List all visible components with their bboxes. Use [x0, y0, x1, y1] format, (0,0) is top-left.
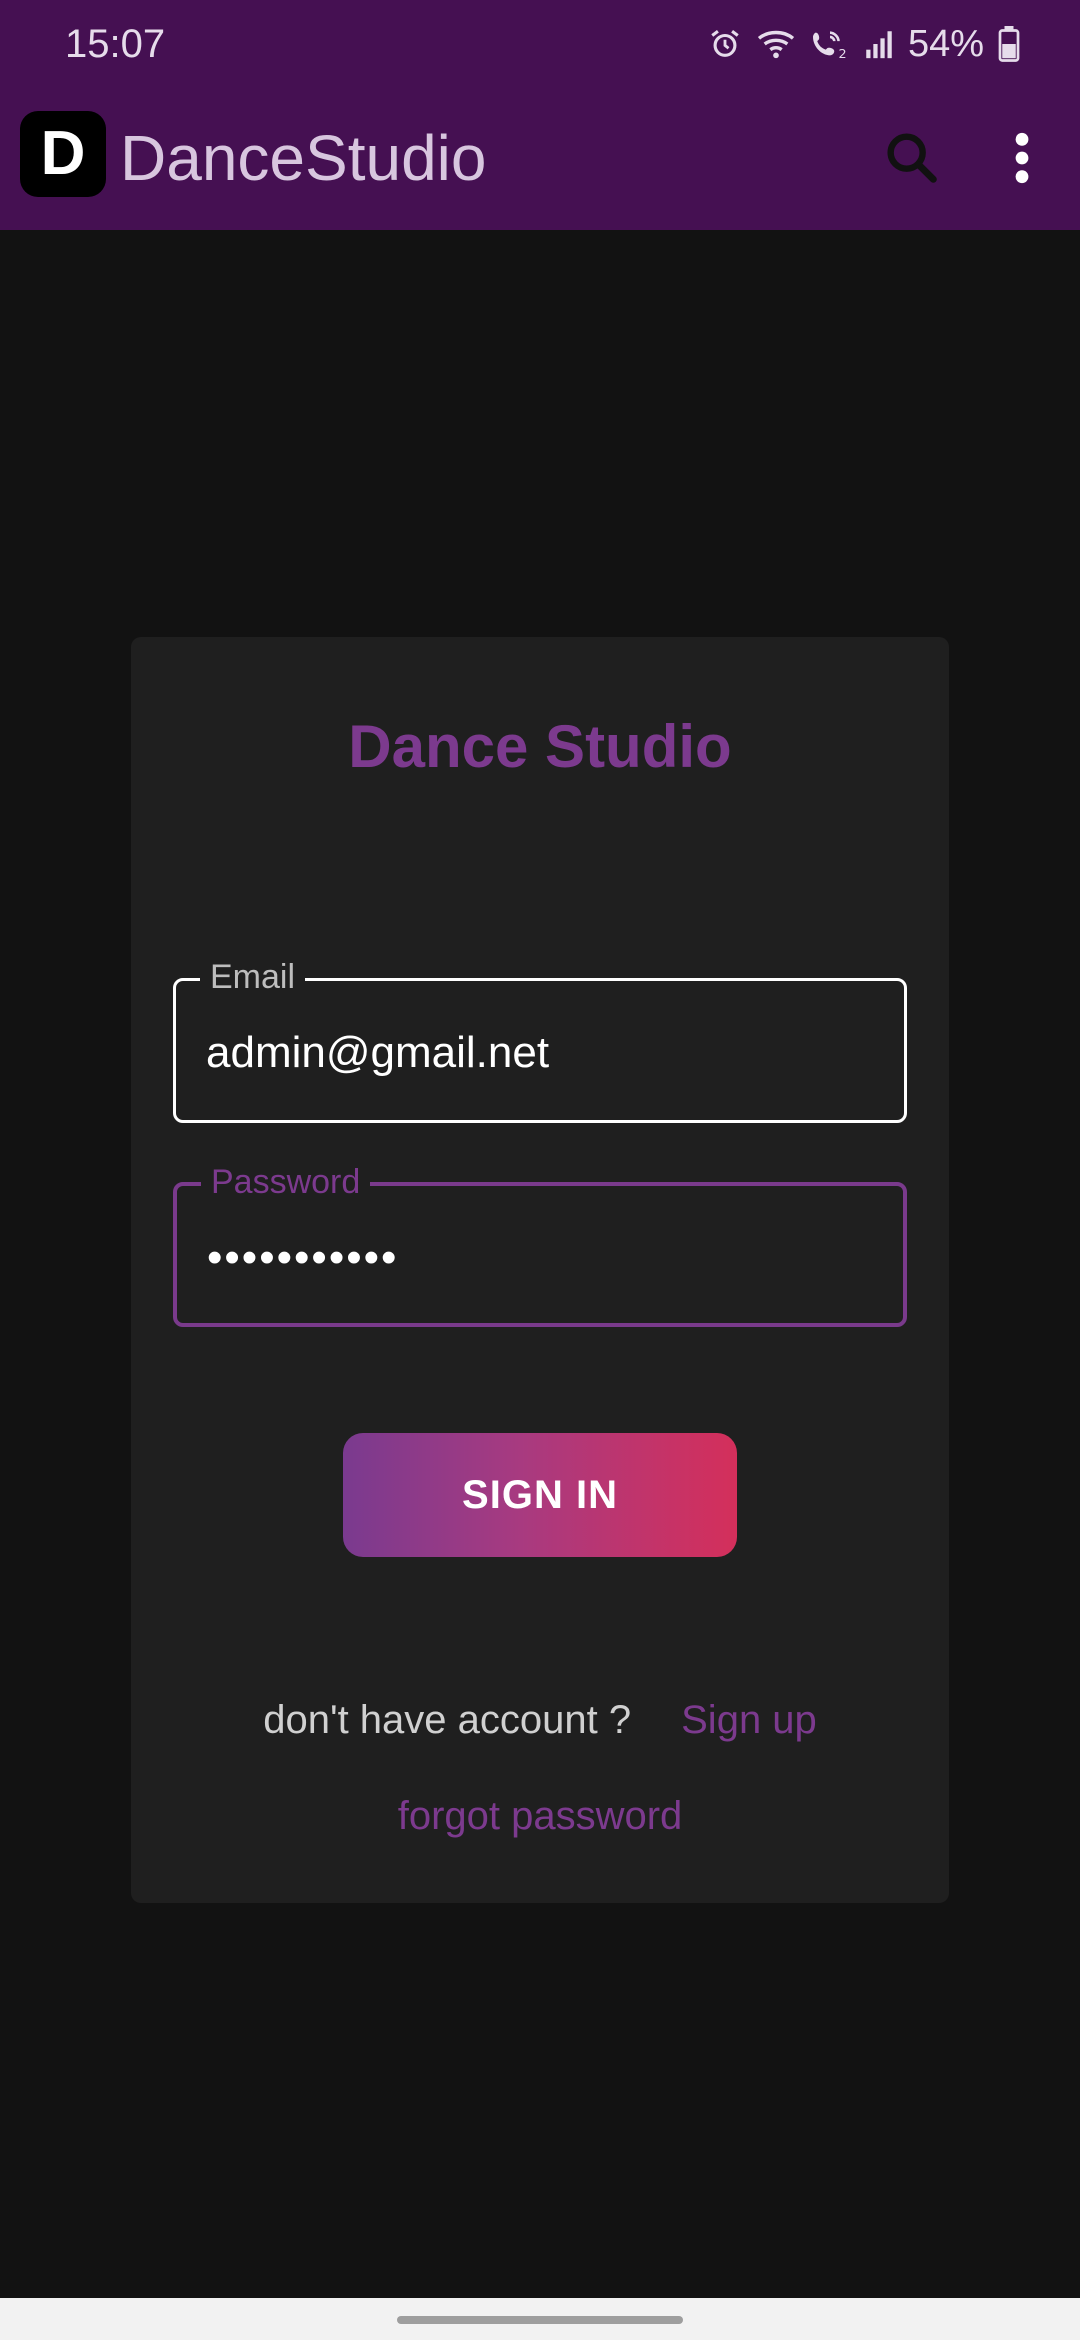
password-label: Password [201, 1162, 371, 1202]
signup-prompt: don't have account ? [263, 1698, 632, 1742]
email-input[interactable] [206, 1025, 866, 1081]
wifi-icon [757, 30, 795, 59]
signup-row: don't have account ? Sign up [131, 1695, 949, 1745]
app-title: DanceStudio [120, 122, 487, 194]
status-bar: 15:07 2 54% [0, 0, 1080, 88]
search-button[interactable] [880, 126, 944, 190]
home-indicator[interactable] [397, 2316, 683, 2324]
password-input[interactable] [207, 1230, 867, 1286]
alarm-icon [711, 30, 739, 57]
status-icons: 2 54% [708, 18, 1020, 70]
login-card: Dance Studio Email Password SIGN IN don'… [131, 637, 949, 1903]
navigation-bar [0, 2298, 1080, 2340]
sign-up-link[interactable]: Sign up [681, 1698, 817, 1742]
wifi-calling-icon: 2 [812, 31, 847, 61]
app-logo: D [20, 111, 106, 197]
more-vert-icon [1015, 132, 1029, 184]
search-icon [887, 133, 937, 183]
email-field[interactable]: Email [173, 957, 907, 1123]
app-bar: D DanceStudio [0, 88, 1080, 230]
email-label: Email [200, 957, 306, 997]
password-field[interactable]: Password [173, 1162, 907, 1327]
battery-percentage: 54% [907, 23, 984, 65]
status-time: 15:07 [65, 22, 166, 66]
forgot-password-link[interactable]: forgot password [131, 1791, 949, 1841]
sign-in-button[interactable]: SIGN IN [343, 1433, 737, 1557]
card-title: Dance Studio [348, 713, 732, 780]
more-options-button[interactable] [1000, 126, 1044, 190]
svg-text:2: 2 [838, 47, 846, 61]
battery-icon [998, 26, 1020, 62]
signal-icon [866, 31, 892, 59]
